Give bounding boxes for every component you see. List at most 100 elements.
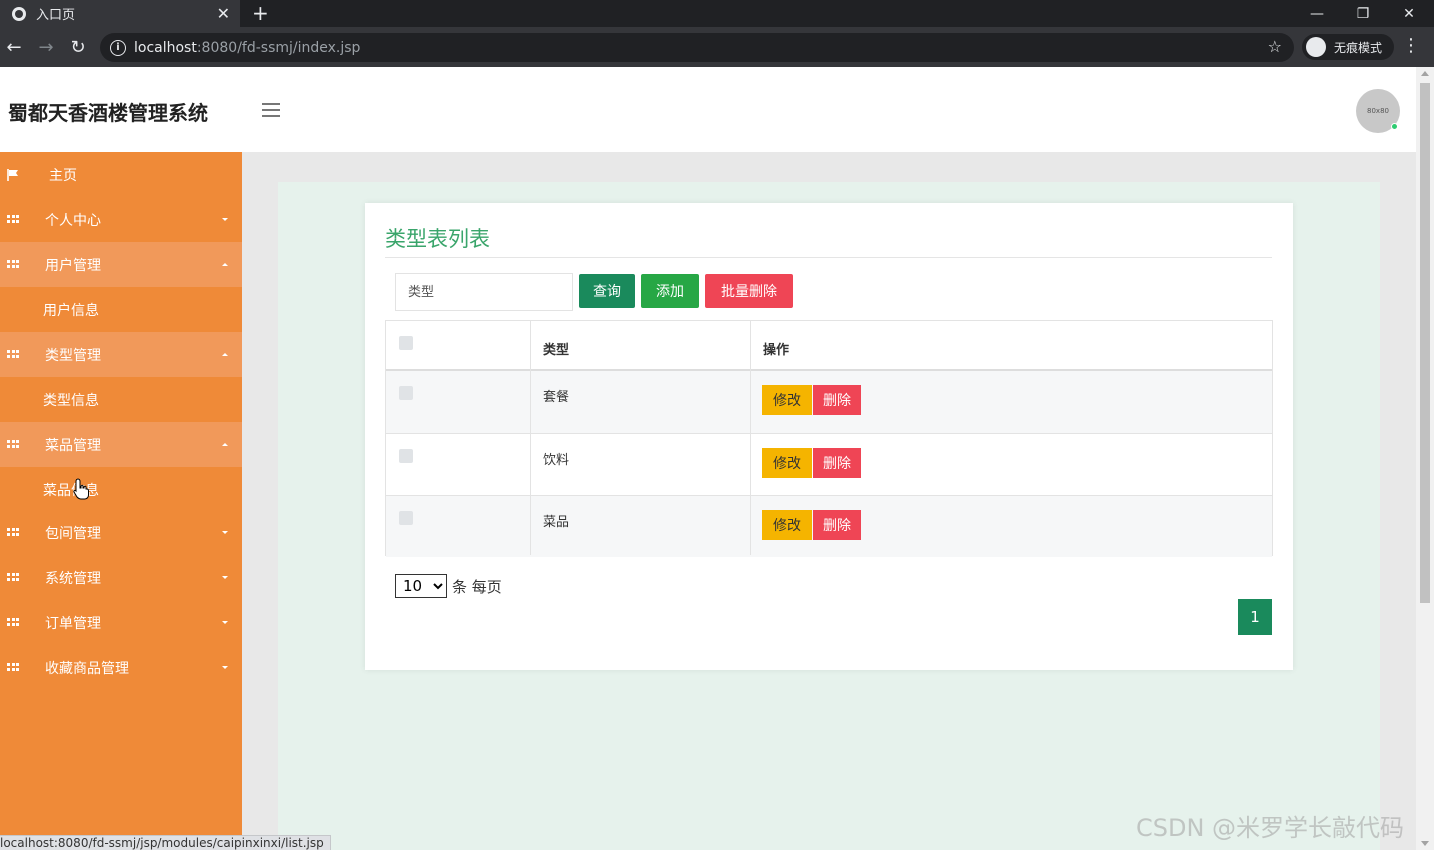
edit-button[interactable]: 修改 — [762, 385, 812, 415]
sidebar-item-label: 菜品管理 — [45, 437, 101, 454]
page-size-select[interactable]: 10 — [395, 574, 447, 598]
sidebar-item-personal-center[interactable]: 个人中心 — [0, 197, 242, 242]
scroll-down-icon[interactable] — [1421, 841, 1429, 846]
pagination-page-button[interactable]: 1 — [1238, 599, 1272, 635]
info-icon[interactable]: i — [110, 39, 126, 56]
row-checkbox[interactable] — [399, 449, 413, 463]
sidebar-item-type-management[interactable]: 类型管理 — [0, 332, 242, 377]
grid-icon — [7, 662, 19, 673]
edit-button[interactable]: 修改 — [762, 510, 812, 540]
sidebar-subitem-user-info[interactable]: 用户信息 — [0, 287, 242, 332]
chevron-up-icon — [222, 263, 228, 266]
sidebar-item-home[interactable]: 主页 — [0, 152, 242, 197]
sidebar-item-label: 菜品信息 — [43, 482, 99, 499]
sidebar-item-label: 类型信息 — [43, 392, 99, 409]
bulk-delete-button[interactable]: 批量删除 — [705, 274, 793, 308]
table-header: 类型 操作 — [386, 321, 1272, 371]
row-checkbox[interactable] — [399, 386, 413, 400]
browser-menu-icon[interactable]: ⋮ — [1402, 35, 1420, 56]
restore-icon[interactable]: ❐ — [1340, 0, 1386, 27]
sidebar-item-dish-management[interactable]: 菜品管理 — [0, 422, 242, 467]
edit-button[interactable]: 修改 — [762, 448, 812, 478]
minimize-icon[interactable]: — — [1294, 0, 1340, 27]
reload-icon[interactable]: ↻ — [66, 35, 90, 59]
row-checkbox[interactable] — [399, 511, 413, 525]
sidebar-item-favorites-management[interactable]: 收藏商品管理 — [0, 645, 242, 690]
scroll-thumb[interactable] — [1420, 83, 1430, 603]
query-button[interactable]: 查询 — [579, 274, 635, 308]
type-search-input[interactable] — [395, 273, 573, 311]
table-row: 饮料 修改 删除 — [386, 433, 1272, 495]
delete-button[interactable]: 删除 — [813, 385, 861, 415]
sidebar-item-label: 用户信息 — [43, 302, 99, 319]
column-header-actions: 操作 — [763, 343, 790, 358]
tab-close-icon[interactable]: ✕ — [217, 4, 230, 23]
chevron-up-icon — [222, 443, 228, 446]
browser-status-url: localhost:8080/fd-ssmj/jsp/modules/caipi… — [0, 835, 331, 850]
page-title: 类型表列表 — [385, 227, 490, 251]
sidebar-item-label: 订单管理 — [45, 615, 101, 632]
sidebar-item-system-management[interactable]: 系统管理 — [0, 555, 242, 600]
grid-icon — [7, 527, 19, 538]
chevron-up-icon — [222, 353, 228, 356]
sidebar-item-user-management[interactable]: 用户管理 — [0, 242, 242, 287]
type-cell: 菜品 — [543, 515, 570, 530]
grid-icon — [7, 349, 19, 360]
sidebar-subitem-dish-info[interactable]: 菜品信息 — [0, 467, 242, 512]
chevron-down-icon — [222, 666, 228, 669]
table-row: 菜品 修改 删除 — [386, 495, 1272, 557]
chevron-down-icon — [222, 218, 228, 221]
sidebar-item-label: 收藏商品管理 — [45, 660, 129, 677]
browser-toolbar: ← → ↻ i localhost:8080/fd-ssmj/index.jsp… — [0, 27, 1434, 67]
select-all-checkbox[interactable] — [399, 336, 413, 350]
url-path: :8080/fd-ssmj/index.jsp — [196, 39, 361, 56]
sidebar-item-label: 包间管理 — [45, 525, 101, 542]
page-scrollbar[interactable] — [1416, 67, 1434, 850]
globe-icon — [12, 6, 26, 21]
forward-icon[interactable]: → — [34, 35, 58, 59]
title-divider — [385, 257, 1272, 258]
avatar[interactable]: 80x80 — [1356, 89, 1400, 133]
chevron-down-icon — [222, 576, 228, 579]
add-button[interactable]: 添加 — [641, 274, 699, 308]
scroll-up-icon[interactable] — [1421, 71, 1429, 76]
sidebar-item-label: 用户管理 — [45, 257, 101, 274]
app-header: 蜀都天香酒楼管理系统 80x80 — [0, 67, 1416, 152]
browser-tab[interactable]: 入口页 ✕ — [0, 0, 240, 27]
window-close-icon[interactable]: ✕ — [1386, 0, 1432, 27]
sidebar-item-label: 系统管理 — [45, 570, 101, 587]
watermark: CSDN @米罗学长敲代码 — [1136, 814, 1405, 842]
type-table: 类型 操作 套餐 修改 删除 饮料 修改 删除 菜品 修改 删除 — [385, 320, 1273, 557]
delete-button[interactable]: 删除 — [813, 448, 861, 478]
delete-button[interactable]: 删除 — [813, 510, 861, 540]
incognito-badge[interactable]: 无痕模式 — [1302, 34, 1394, 60]
grid-icon — [7, 617, 19, 628]
sidebar-item-order-management[interactable]: 订单管理 — [0, 600, 242, 645]
browser-tab-strip: 入口页 ✕ + — ❐ ✕ — [0, 0, 1434, 27]
column-header-type: 类型 — [543, 343, 570, 358]
sidebar-item-label: 类型管理 — [45, 347, 101, 364]
new-tab-icon[interactable]: + — [252, 1, 269, 25]
type-cell: 套餐 — [543, 390, 570, 405]
sidebar-subitem-type-info[interactable]: 类型信息 — [0, 377, 242, 422]
chevron-down-icon — [222, 531, 228, 534]
column-divider — [530, 321, 531, 555]
sidebar-item-label: 个人中心 — [45, 212, 101, 229]
address-bar[interactable]: i localhost:8080/fd-ssmj/index.jsp ☆ — [100, 33, 1294, 62]
grid-icon — [7, 259, 19, 270]
grid-icon — [7, 214, 19, 225]
hand-cursor-icon — [73, 478, 89, 500]
column-divider — [750, 321, 751, 555]
grid-icon — [7, 439, 19, 450]
per-page-label: 条 每页 — [452, 578, 502, 596]
app-title: 蜀都天香酒楼管理系统 — [8, 101, 208, 125]
hamburger-menu-icon[interactable] — [262, 103, 280, 117]
type-cell: 饮料 — [543, 453, 570, 468]
sidebar-item-label: 主页 — [49, 167, 77, 184]
grid-icon — [7, 572, 19, 583]
sidebar-item-room-management[interactable]: 包间管理 — [0, 510, 242, 555]
bookmark-star-icon[interactable]: ☆ — [1268, 37, 1282, 56]
avatar-placeholder-text: 80x80 — [1367, 107, 1389, 115]
back-icon[interactable]: ← — [2, 35, 26, 59]
chevron-down-icon — [222, 621, 228, 624]
